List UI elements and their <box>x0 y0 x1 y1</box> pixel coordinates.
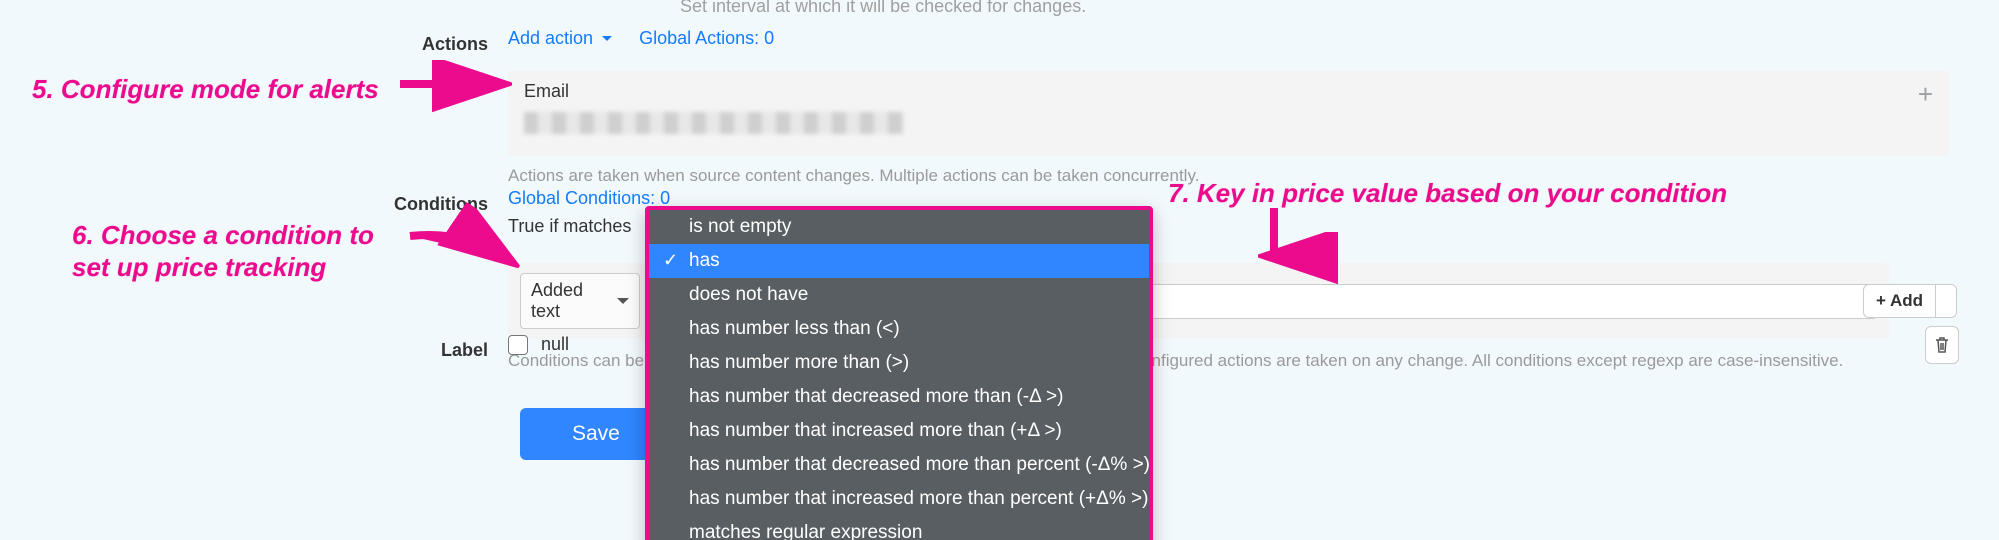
actions-row: Actions Add action Global Actions: 0 Ema… <box>0 28 1999 186</box>
condition-operator-option[interactable]: has <box>649 244 1149 278</box>
add-condition-button-group: + Add <box>1863 284 1957 318</box>
condition-operator-option[interactable]: has number that decreased more than perc… <box>649 448 1149 482</box>
email-redacted-value <box>524 112 904 134</box>
add-condition-label: Add <box>1890 291 1923 311</box>
conditions-label: Conditions <box>0 188 508 215</box>
annotation-6-arrow <box>410 224 520 274</box>
condition-operator-option[interactable]: has number that increased more than (+Δ … <box>649 414 1149 448</box>
annotation-6-line1: 6. Choose a condition to <box>72 220 374 251</box>
page-root: Set interval at which it will be checked… <box>0 0 1999 540</box>
condition-value-input[interactable] <box>1134 284 1877 319</box>
add-condition-dropdown-toggle[interactable] <box>1936 284 1957 318</box>
annotation-5-arrow <box>400 64 520 104</box>
condition-source-value: Added text <box>531 280 583 321</box>
null-checkbox-label: null <box>541 334 569 354</box>
annotation-7-arrow <box>1254 208 1294 270</box>
add-condition-button[interactable]: + Add <box>1863 284 1936 318</box>
caret-down-icon <box>602 36 612 41</box>
add-action-label: Add action <box>508 28 593 48</box>
annotation-7: 7. Key in price value based on your cond… <box>1168 178 1727 209</box>
email-action-title: Email <box>524 81 1933 102</box>
condition-operator-dropdown: is not emptyhasdoes not havehas number l… <box>645 206 1153 540</box>
chevron-down-icon <box>617 298 629 304</box>
condition-source-select[interactable]: Added text <box>520 273 640 329</box>
email-action-panel: Email + <box>508 71 1949 156</box>
interval-hint-text: Set interval at which it will be checked… <box>680 0 1086 17</box>
plus-icon: + <box>1876 291 1886 311</box>
condition-operator-option[interactable]: is not empty <box>649 210 1149 244</box>
annotation-5: 5. Configure mode for alerts <box>32 74 379 105</box>
actions-content: Add action Global Actions: 0 Email + Act… <box>508 28 1999 186</box>
label-section-label: Label <box>0 334 508 361</box>
condition-title: True if matches <box>508 216 631 237</box>
condition-operator-option[interactable]: matches regular expression <box>649 516 1149 540</box>
condition-operator-option[interactable]: has number less than (<) <box>649 312 1149 346</box>
actions-label: Actions <box>0 28 508 55</box>
null-checkbox[interactable] <box>508 335 528 355</box>
condition-operator-option[interactable]: does not have <box>649 278 1149 312</box>
add-email-recipient-button[interactable]: + <box>1918 81 1933 107</box>
add-action-dropdown[interactable]: Add action <box>508 28 612 49</box>
annotation-6-line2: set up price tracking <box>72 252 326 283</box>
global-conditions-link[interactable]: Global Conditions: 0 <box>508 188 670 208</box>
condition-operator-option[interactable]: has number more than (>) <box>649 346 1149 380</box>
global-actions-link[interactable]: Global Actions: 0 <box>639 28 774 48</box>
condition-operator-option[interactable]: has number that decreased more than (-Δ … <box>649 380 1149 414</box>
condition-operator-option[interactable]: has number that increased more than perc… <box>649 482 1149 516</box>
